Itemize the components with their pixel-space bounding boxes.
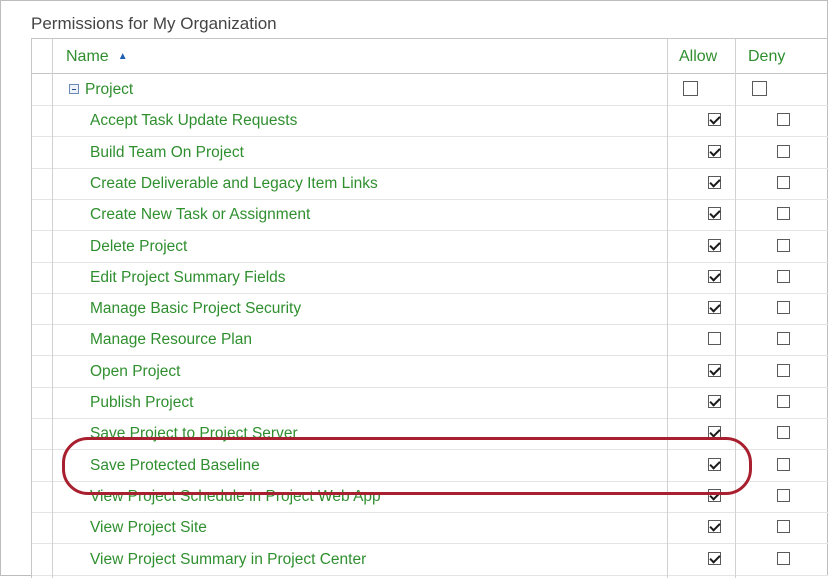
permission-label[interactable]: View Project Schedule in Project Web App — [90, 488, 381, 506]
permission-row: View Project Schedule in Project Web App — [32, 481, 828, 513]
allow-checkbox[interactable] — [708, 395, 721, 408]
allow-checkbox[interactable] — [708, 426, 721, 440]
permission-row: Manage Basic Project Security — [32, 293, 828, 326]
permission-row: View Project Summary in Project Center — [32, 544, 828, 576]
permission-label[interactable]: View Project Summary in Project Center — [90, 551, 366, 569]
deny-checkbox[interactable] — [777, 363, 790, 377]
permission-label[interactable]: Delete Project — [90, 238, 187, 256]
allow-checkbox[interactable] — [708, 175, 721, 189]
permission-label[interactable]: Open Project — [90, 363, 180, 381]
permission-row: Build Team On Project — [32, 137, 828, 169]
deny-checkbox[interactable] — [777, 520, 790, 534]
permission-label[interactable]: Publish Project — [90, 394, 193, 412]
allow-checkbox[interactable] — [708, 144, 721, 158]
deny-checkbox[interactable] — [777, 551, 790, 565]
deny-checkbox[interactable] — [777, 175, 790, 189]
allow-checkbox[interactable] — [708, 363, 721, 377]
deny-checkbox[interactable] — [777, 269, 790, 283]
permission-label[interactable]: View Project Site — [90, 519, 207, 537]
column-divider — [667, 39, 668, 578]
allow-column-header[interactable]: Allow — [679, 48, 717, 66]
allow-checkbox[interactable] — [708, 332, 721, 346]
allow-checkbox[interactable] — [708, 457, 721, 471]
permission-label[interactable]: Edit Project Summary Fields — [90, 269, 286, 287]
permission-label[interactable]: Build Team On Project — [90, 144, 244, 162]
deny-checkbox[interactable] — [777, 457, 790, 471]
section-title: Permissions for My Organization — [31, 14, 277, 33]
deny-checkbox[interactable] — [777, 301, 790, 315]
deny-checkbox[interactable] — [777, 395, 790, 408]
allow-checkbox[interactable] — [708, 113, 721, 127]
allow-checkbox[interactable] — [708, 488, 721, 502]
permission-label[interactable]: Manage Basic Project Security — [90, 300, 301, 318]
permission-label[interactable]: Create Deliverable and Legacy Item Links — [90, 175, 378, 193]
permissions-grid: Name ▲ Allow Deny Project Accept Task Upda… — [31, 38, 828, 578]
permission-row: Create Deliverable and Legacy Item Links — [32, 168, 828, 200]
permission-row: Publish Project — [32, 387, 828, 419]
deny-checkbox[interactable] — [777, 144, 790, 158]
column-divider — [735, 39, 736, 578]
deny-checkbox[interactable] — [777, 113, 790, 127]
group-allow-checkbox[interactable] — [683, 81, 698, 96]
group-row-project: Project — [32, 74, 828, 106]
allow-checkbox[interactable] — [708, 238, 721, 252]
deny-checkbox[interactable] — [777, 332, 790, 346]
permission-row: Open Project — [32, 356, 828, 388]
permission-row: Create New Task or Assignment — [32, 199, 828, 232]
allow-checkbox[interactable] — [708, 269, 721, 283]
permission-label[interactable]: Manage Resource Plan — [90, 331, 252, 349]
permission-row: Delete Project — [32, 231, 828, 263]
column-divider — [52, 39, 53, 578]
group-label[interactable]: Project — [85, 81, 133, 99]
name-column-label: Name — [66, 48, 109, 65]
permission-label[interactable]: Save Project to Project Server — [90, 425, 298, 443]
permission-label[interactable]: Save Protected Baseline — [90, 457, 260, 475]
deny-checkbox[interactable] — [777, 207, 790, 221]
deny-column-header[interactable]: Deny — [748, 48, 785, 66]
grid-header: Name ▲ Allow Deny — [32, 39, 828, 74]
permission-row: Manage Resource Plan — [32, 324, 828, 357]
deny-checkbox[interactable] — [777, 238, 790, 252]
allow-checkbox[interactable] — [708, 207, 721, 221]
allow-checkbox[interactable] — [708, 520, 721, 534]
deny-checkbox[interactable] — [777, 488, 790, 502]
deny-checkbox[interactable] — [777, 426, 790, 440]
permission-row: View Project Site — [32, 512, 828, 545]
allow-checkbox[interactable] — [708, 551, 721, 565]
permission-row: Edit Project Summary Fields — [32, 262, 828, 294]
collapse-icon[interactable] — [69, 84, 79, 94]
allow-checkbox[interactable] — [708, 301, 721, 315]
permission-label[interactable]: Accept Task Update Requests — [90, 112, 297, 130]
group-deny-checkbox[interactable] — [752, 81, 767, 96]
name-column-header[interactable]: Name ▲ — [66, 48, 128, 66]
sort-ascending-icon: ▲ — [117, 51, 128, 62]
permission-row: Save Project to Project Server — [32, 418, 828, 451]
permission-label[interactable]: Create New Task or Assignment — [90, 206, 310, 224]
permission-row: Save Protected Baseline — [32, 450, 828, 482]
permission-row: Accept Task Update Requests — [32, 105, 828, 138]
